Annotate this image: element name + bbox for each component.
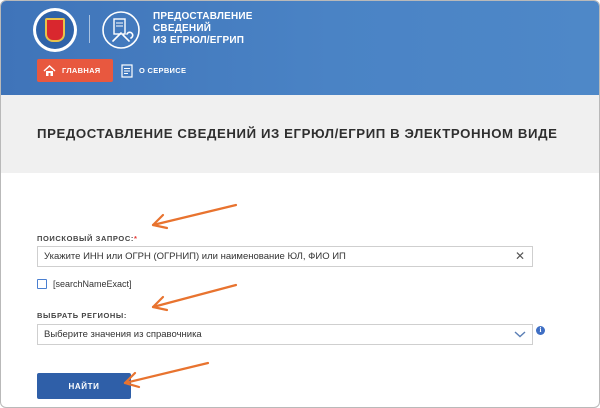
- header-divider: [89, 15, 90, 43]
- chevron-down-icon[interactable]: [514, 329, 526, 339]
- nav-home-label: ГЛАВНАЯ: [62, 66, 101, 75]
- annotation-arrow-button: [123, 361, 210, 389]
- document-tools-icon: [102, 11, 140, 49]
- site-header: ПРЕДОСТАВЛЕНИЕ СВЕДЕНИЙ ИЗ ЕГРЮЛ/ЕГРИП Г…: [1, 1, 599, 95]
- service-title-line-2: СВЕДЕНИЙ: [153, 23, 212, 34]
- search-input-placeholder: Укажите ИНН или ОГРН (ОГРНИП) или наимен…: [44, 251, 346, 262]
- clear-icon[interactable]: ✕: [514, 250, 526, 262]
- browser-frame: ПРЕДОСТАВЛЕНИЕ СВЕДЕНИЙ ИЗ ЕГРЮЛ/ЕГРИП Г…: [0, 0, 600, 408]
- home-icon: [43, 64, 56, 76]
- nav-about-tab[interactable]: О СЕРВИСЕ: [121, 59, 211, 82]
- query-label: ПОИСКОВЫЙ ЗАПРОС:: [37, 234, 134, 243]
- annotation-arrow-region: [151, 283, 238, 312]
- nav-home-tab[interactable]: ГЛАВНАЯ: [37, 59, 113, 82]
- exact-match-row: [searchNameExact]: [37, 279, 132, 289]
- main-nav: ГЛАВНАЯ О СЕРВИСЕ: [1, 59, 599, 83]
- fns-emblem-icon[interactable]: [33, 8, 77, 52]
- service-title[interactable]: ПРЕДОСТАВЛЕНИЕ СВЕДЕНИЙ ИЗ ЕГРЮЛ/ЕГРИП: [153, 11, 253, 47]
- annotation-arrow-query: [151, 203, 238, 230]
- document-icon: [121, 63, 133, 78]
- service-title-line-1: ПРЕДОСТАВЛЕНИЕ: [153, 11, 253, 22]
- exact-match-checkbox[interactable]: [37, 279, 47, 289]
- info-icon[interactable]: i: [536, 326, 545, 335]
- search-input[interactable]: Укажите ИНН или ОГРН (ОГРНИП) или наимен…: [37, 246, 533, 267]
- region-select-placeholder: Выберите значения из справочника: [44, 329, 202, 340]
- region-select[interactable]: Выберите значения из справочника: [37, 324, 533, 345]
- exact-match-label[interactable]: [searchNameExact]: [53, 279, 132, 289]
- region-label: ВЫБРАТЬ РЕГИОНЫ:: [37, 311, 127, 320]
- service-title-line-3: ИЗ ЕГРЮЛ/ЕГРИП: [153, 35, 245, 46]
- nav-about-label: О СЕРВИСЕ: [139, 66, 187, 75]
- required-mark: *: [133, 234, 138, 243]
- page-title: ПРЕДОСТАВЛЕНИЕ СВЕДЕНИЙ ИЗ ЕГРЮЛ/ЕГРИП В…: [37, 126, 558, 141]
- query-label-row: ПОИСКОВЫЙ ЗАПРОС:*: [37, 234, 137, 243]
